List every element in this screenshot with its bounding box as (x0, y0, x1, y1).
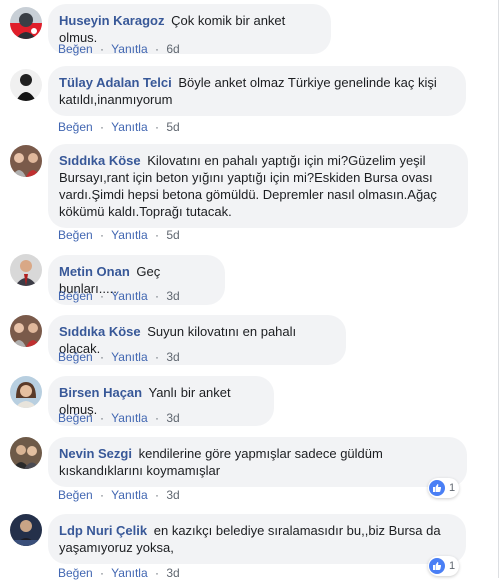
separator: · (100, 42, 105, 56)
author-name[interactable]: Tülay Adalan Telci (59, 75, 172, 90)
comment-actions: Beğen · Yanıtla · 5d (58, 120, 180, 134)
separator: · (154, 228, 159, 242)
like-link[interactable]: Beğen (58, 120, 93, 134)
like-thumb-icon (429, 558, 445, 574)
like-thumb-icon (429, 480, 445, 496)
reply-link[interactable]: Yanıtla (111, 42, 147, 56)
author-name[interactable]: Huseyin Karagoz (59, 13, 164, 28)
comment-actions: Beğen · Yanıtla · 6d (58, 42, 180, 56)
separator: · (100, 289, 105, 303)
timestamp[interactable]: 5d (166, 228, 179, 242)
avatar[interactable] (10, 437, 42, 469)
like-link[interactable]: Beğen (58, 42, 93, 56)
reply-link[interactable]: Yanıtla (111, 488, 147, 502)
avatar[interactable] (10, 145, 42, 177)
separator: · (154, 350, 159, 364)
timestamp[interactable]: 3d (166, 488, 179, 502)
avatar[interactable] (10, 315, 42, 347)
comment-bubble: Nevin Sezgi kendilerine göre yapmışlar s… (48, 437, 467, 487)
reaction-count[interactable]: 1 (428, 478, 460, 498)
comment-actions: Beğen · Yanıtla · 3d (58, 411, 180, 425)
timestamp[interactable]: 3d (166, 289, 179, 303)
reply-link[interactable]: Yanıtla (111, 289, 147, 303)
separator: · (154, 120, 159, 134)
like-link[interactable]: Beğen (58, 411, 93, 425)
comment-actions: Beğen · Yanıtla · 3d (58, 488, 180, 502)
like-link[interactable]: Beğen (58, 350, 93, 364)
comment-actions: Beğen · Yanıtla · 3d (58, 350, 180, 364)
author-name[interactable]: Sıddıka Köse (59, 324, 141, 339)
reply-link[interactable]: Yanıtla (111, 350, 147, 364)
like-link[interactable]: Beğen (58, 488, 93, 502)
reply-link[interactable]: Yanıtla (111, 411, 147, 425)
separator: · (154, 289, 159, 303)
avatar[interactable] (10, 376, 42, 408)
author-name[interactable]: Nevin Sezgi (59, 446, 132, 461)
separator: · (100, 228, 105, 242)
separator: · (154, 411, 159, 425)
author-name[interactable]: Sıddıka Köse (59, 153, 141, 168)
like-link[interactable]: Beğen (58, 289, 93, 303)
like-link[interactable]: Beğen (58, 228, 93, 242)
timestamp[interactable]: 3d (166, 350, 179, 364)
like-count: 1 (449, 482, 456, 494)
avatar[interactable] (10, 7, 42, 39)
comment-bubble: Sıddıka Köse Kilovatını en pahalı yaptığ… (48, 144, 468, 228)
author-name[interactable]: Birsen Haçan (59, 385, 142, 400)
timestamp[interactable]: 5d (166, 120, 179, 134)
comment-actions: Beğen · Yanıtla · 5d (58, 228, 180, 242)
separator: · (100, 411, 105, 425)
separator: · (154, 488, 159, 502)
like-count: 1 (449, 560, 456, 572)
reply-link[interactable]: Yanıtla (111, 120, 147, 134)
author-name[interactable]: Ldp Nuri Çelik (59, 523, 147, 538)
author-name[interactable]: Metin Onan (59, 264, 130, 279)
comment-bubble: Tülay Adalan Telci Böyle anket olmaz Tür… (48, 66, 466, 116)
separator: · (100, 488, 105, 502)
comment-bubble: Ldp Nuri Çelik en kazıkçı belediye sıral… (48, 514, 466, 564)
timestamp[interactable]: 6d (166, 42, 179, 56)
reaction-count[interactable]: 1 (428, 556, 460, 576)
reply-link[interactable]: Yanıtla (111, 228, 147, 242)
comment-actions: Beğen · Yanıtla · 3d (58, 289, 180, 303)
separator: · (100, 120, 105, 134)
avatar[interactable] (10, 254, 42, 286)
avatar[interactable] (10, 69, 42, 101)
separator: · (100, 350, 105, 364)
timestamp[interactable]: 3d (166, 411, 179, 425)
avatar[interactable] (10, 514, 42, 546)
separator: · (154, 42, 159, 56)
